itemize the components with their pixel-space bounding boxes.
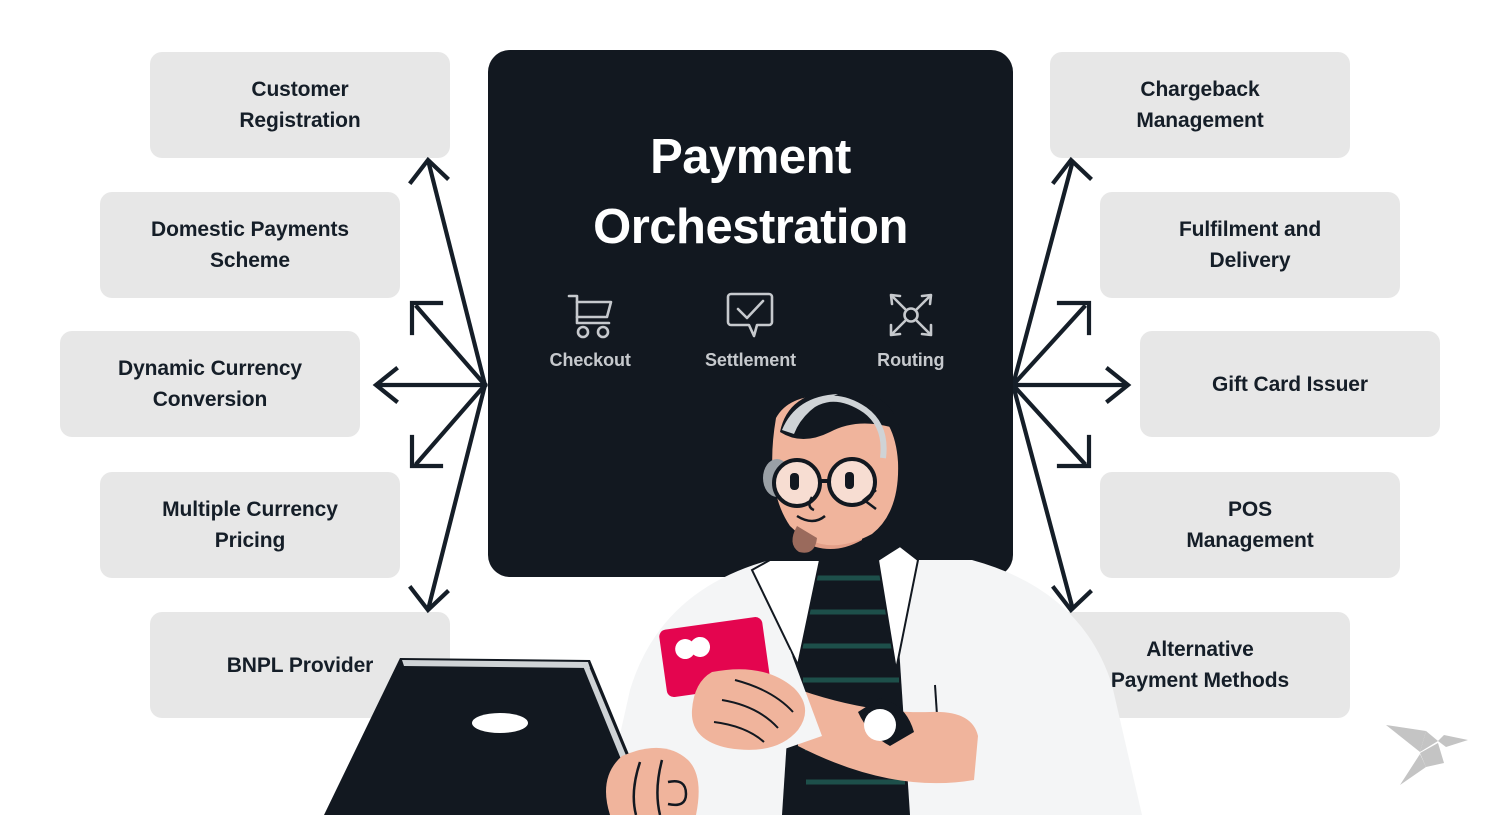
- node-gift-card-issuer[interactable]: Gift Card Issuer: [1140, 331, 1440, 437]
- node-label: Chargeback Management: [1136, 78, 1264, 132]
- node-label: Dynamic Currency Conversion: [118, 357, 302, 411]
- node-label: Multiple Currency Pricing: [162, 498, 338, 552]
- node-dynamic-currency-conversion[interactable]: Dynamic Currency Conversion: [60, 331, 360, 437]
- node-chargeback-management[interactable]: Chargeback Management: [1050, 52, 1350, 158]
- feature-label: Settlement: [704, 350, 796, 370]
- node-bnpl-provider[interactable]: BNPL Provider: [150, 612, 450, 718]
- speech-bubble-check-icon: [724, 288, 776, 340]
- node-label: Gift Card Issuer: [1212, 372, 1368, 396]
- feature-label: Checkout: [549, 350, 631, 370]
- node-label: POS Management: [1186, 498, 1314, 552]
- feature-checkout: Checkout: [530, 288, 650, 371]
- node-pos-management[interactable]: POS Management: [1100, 472, 1400, 578]
- hub-feature-list: Checkout Settlement Routing: [488, 288, 1013, 371]
- node-label: Fulfilment and Delivery: [1178, 218, 1322, 272]
- feature-settlement: Settlement: [690, 288, 810, 371]
- hub-title: Payment Orchestration: [593, 130, 908, 254]
- node-customer-registration[interactable]: Customer Registration: [150, 52, 450, 158]
- routing-arrows-icon: [885, 288, 937, 340]
- node-fulfilment-and-delivery[interactable]: Fulfilment and Delivery: [1100, 192, 1400, 298]
- node-domestic-payments-scheme[interactable]: Domestic Payments Scheme: [100, 192, 400, 298]
- node-label: Domestic Payments Scheme: [151, 218, 349, 272]
- node-alternative-payment-methods[interactable]: Alternative Payment Methods: [1050, 612, 1350, 718]
- central-hub-panel: Payment Orchestration Checkout Settlemen…: [488, 50, 1013, 577]
- node-label: BNPL Provider: [226, 653, 374, 677]
- feature-routing: Routing: [851, 288, 971, 371]
- shopping-cart-icon: [564, 288, 616, 340]
- node-label: Alternative Payment Methods: [1110, 638, 1290, 692]
- node-label: Customer Registration: [239, 78, 361, 132]
- diagram-canvas: Customer Registration Domestic Payments …: [0, 0, 1500, 815]
- origami-bird-logo: [1386, 725, 1468, 785]
- feature-label: Routing: [877, 350, 945, 370]
- node-multiple-currency-pricing[interactable]: Multiple Currency Pricing: [100, 472, 400, 578]
